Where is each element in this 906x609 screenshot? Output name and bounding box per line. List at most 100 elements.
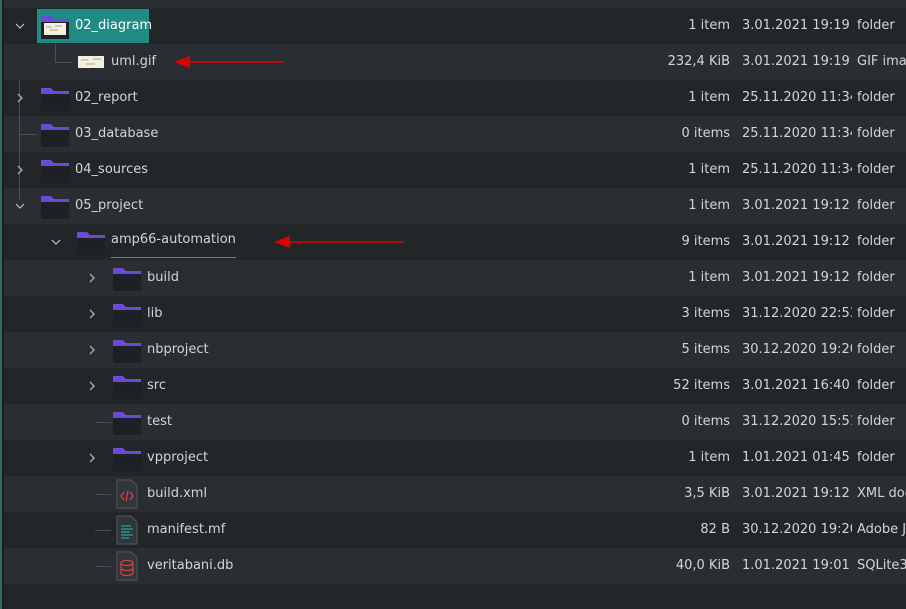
row-date: 3.01.2021 16:40 <box>742 378 850 393</box>
row-size: 5 items <box>681 342 730 357</box>
table-row[interactable]: test 0 items 31.12.2020 15:51 folder <box>4 404 906 440</box>
row-size: 1 item <box>688 198 730 213</box>
row-type: folder <box>857 306 895 321</box>
row-type: folder <box>857 270 895 285</box>
table-row[interactable]: build.xml 3,5 KiB 3.01.2021 19:12 XML do… <box>4 476 906 512</box>
row-type: Adobe Ja <box>857 522 906 537</box>
table-row[interactable]: 03_database 0 items 25.11.2020 11:34 fol… <box>4 116 906 152</box>
folder-icon <box>113 304 141 327</box>
table-row[interactable]: veritabani.db 40,0 KiB 1.01.2021 19:01 S… <box>4 548 906 584</box>
row-type: folder <box>857 414 895 429</box>
annotation-arrow <box>174 56 284 68</box>
image-thumbnail-icon <box>78 56 104 68</box>
row-type: GIF imag <box>857 54 906 69</box>
folder-icon <box>77 232 105 255</box>
chevron-right-icon[interactable] <box>14 92 26 104</box>
tree-line <box>95 566 111 567</box>
row-size: 3,5 KiB <box>684 486 730 501</box>
row-name[interactable]: 04_sources <box>75 152 148 188</box>
row-size: 0 items <box>681 126 730 141</box>
row-date: 1.01.2021 01:45 <box>742 450 850 465</box>
folder-icon <box>113 376 141 399</box>
row-size: 82 B <box>700 522 730 537</box>
row-type: SQLite3 <box>857 558 906 573</box>
row-size: 40,0 KiB <box>675 558 730 573</box>
chevron-right-icon[interactable] <box>86 308 98 320</box>
row-name[interactable]: 02_report <box>75 80 138 116</box>
row-size: 1 item <box>688 162 730 177</box>
tree-line <box>19 188 20 200</box>
row-type: folder <box>857 162 895 177</box>
row-name[interactable]: 03_database <box>75 116 158 152</box>
tree-line <box>55 44 56 62</box>
row-size: 0 items <box>681 414 730 429</box>
folder-icon <box>113 340 141 363</box>
row-date: 3.01.2021 19:19 <box>742 54 850 69</box>
file-tree-view: 02_diagram 1 item 3.01.2021 19:19 folder… <box>0 0 906 609</box>
row-name[interactable]: build.xml <box>147 476 207 512</box>
table-row[interactable]: 02_report 1 item 25.11.2020 11:34 folder <box>4 80 906 116</box>
row-date: 3.01.2021 19:12 <box>742 486 850 501</box>
row-date: 25.11.2020 11:34 <box>742 162 852 177</box>
folder-icon <box>41 160 69 183</box>
table-row[interactable]: build 1 item 3.01.2021 19:12 folder <box>4 260 906 296</box>
table-row[interactable]: 05_project 1 item 3.01.2021 19:12 folder <box>4 188 906 224</box>
row-type: folder <box>857 18 895 33</box>
table-row[interactable]: nbproject 5 items 30.12.2020 19:20 folde… <box>4 332 906 368</box>
row-date: 1.01.2021 19:01 <box>742 558 850 573</box>
table-row[interactable]: amp66-automation 9 items 3.01.2021 19:12… <box>4 224 906 260</box>
chevron-right-icon[interactable] <box>14 164 26 176</box>
tree-line <box>55 62 73 63</box>
xml-file-icon <box>116 479 138 509</box>
folder-icon <box>113 448 141 471</box>
tree-line <box>95 530 111 531</box>
row-name[interactable]: 02_diagram <box>75 8 152 44</box>
folder-icon <box>41 124 69 147</box>
row-size: 1 item <box>688 270 730 285</box>
row-name[interactable]: src <box>147 368 166 404</box>
text-file-icon <box>116 515 138 545</box>
row-name[interactable]: uml.gif <box>111 44 156 80</box>
table-row[interactable]: vpproject 1 item 1.01.2021 01:45 folder <box>4 440 906 476</box>
row-size: 1 item <box>688 18 730 33</box>
table-row[interactable]: uml.gif 232,4 KiB 3.01.2021 19:19 GIF im… <box>4 44 906 80</box>
row-name[interactable]: test <box>147 404 172 440</box>
row-name[interactable]: 05_project <box>75 188 143 224</box>
chevron-down-icon[interactable] <box>14 20 26 32</box>
table-row[interactable]: 02_diagram 1 item 3.01.2021 19:19 folder <box>4 8 906 44</box>
table-row[interactable]: lib 3 items 31.12.2020 22:53 folder <box>4 296 906 332</box>
chevron-right-icon[interactable] <box>86 452 98 464</box>
chevron-right-icon[interactable] <box>86 272 98 284</box>
row-type: XML doc <box>857 486 906 501</box>
table-row-partial[interactable] <box>4 0 906 8</box>
chevron-down-icon[interactable] <box>14 200 26 212</box>
row-date: 3.01.2021 19:12 <box>742 270 850 285</box>
database-file-icon <box>116 551 138 581</box>
chevron-right-icon[interactable] <box>86 380 98 392</box>
folder-icon <box>113 412 141 435</box>
row-name[interactable]: lib <box>147 296 162 332</box>
row-date: 3.01.2021 19:12 <box>742 234 850 249</box>
row-name[interactable]: build <box>147 260 179 296</box>
row-name[interactable]: manifest.mf <box>147 512 225 548</box>
row-name[interactable]: vpproject <box>147 440 208 476</box>
tree-line <box>95 422 111 423</box>
row-name[interactable]: amp66-automation <box>111 224 236 258</box>
chevron-right-icon[interactable] <box>86 344 98 356</box>
row-size: 3 items <box>681 306 730 321</box>
row-date: 3.01.2021 19:19 <box>742 18 850 33</box>
tree-line <box>19 134 37 135</box>
folder-icon <box>41 88 69 111</box>
table-row[interactable]: 04_sources 1 item 25.11.2020 11:34 folde… <box>4 152 906 188</box>
row-name[interactable]: nbproject <box>147 332 209 368</box>
row-type: folder <box>857 342 895 357</box>
row-type: folder <box>857 198 895 213</box>
row-size: 9 items <box>681 234 730 249</box>
row-date: 31.12.2020 15:51 <box>742 414 852 429</box>
row-date: 30.12.2020 19:20 <box>742 522 852 537</box>
row-size: 52 items <box>673 378 730 393</box>
row-name[interactable]: veritabani.db <box>147 548 233 584</box>
table-row[interactable]: src 52 items 3.01.2021 16:40 folder <box>4 368 906 404</box>
table-row[interactable]: manifest.mf 82 B 30.12.2020 19:20 Adobe … <box>4 512 906 548</box>
chevron-down-icon[interactable] <box>50 236 62 248</box>
